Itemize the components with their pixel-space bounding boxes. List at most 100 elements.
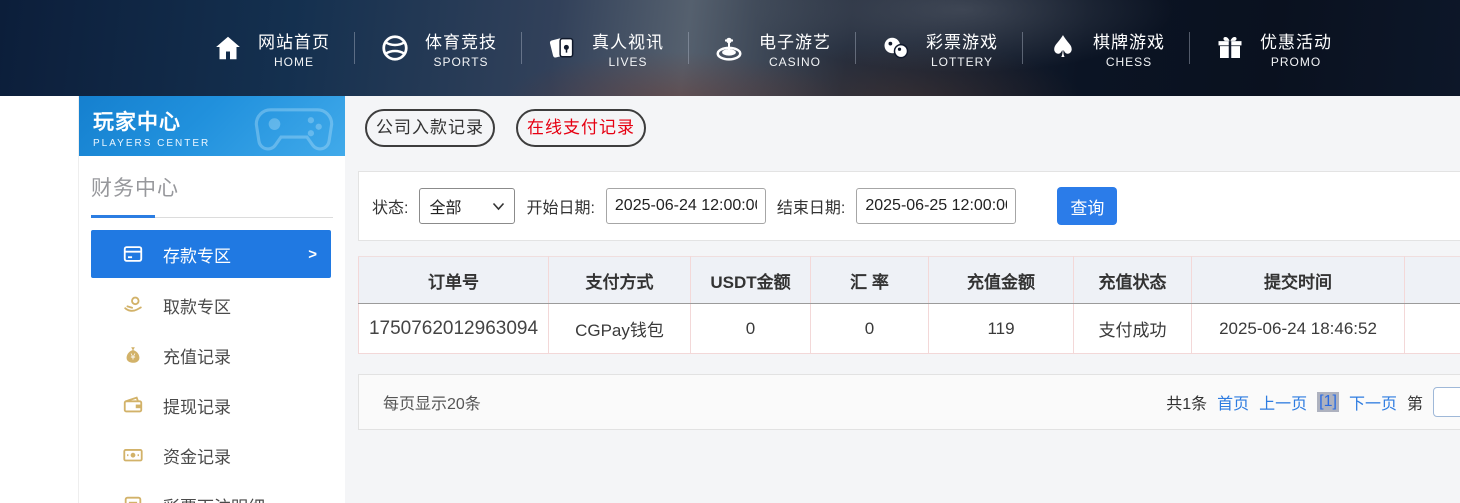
sidebar-item-withdraw[interactable]: 取款专区 (79, 280, 345, 330)
nav-label-zh: 体育竞技 (425, 28, 497, 53)
next-page-link[interactable]: 下一页 (1349, 390, 1397, 414)
col-payment-method: 支付方式 (549, 257, 691, 304)
nav-label-en: LOTTERY (931, 55, 993, 69)
main-content: 公司入款记录 在线支付记录 状态: 全部 开始日期: 结束日期: 查询 (345, 96, 1460, 503)
section-underline (91, 215, 333, 218)
hand-coin-icon (121, 293, 145, 317)
deposit-card-icon (121, 242, 145, 266)
cell-exchange-rate: 0 (811, 304, 929, 354)
main-nav: 网站首页 HOME 体育竞技 SPORTS (0, 28, 1332, 69)
chevron-right-icon: > (308, 246, 317, 263)
sidebar-item-label: 提现记录 (163, 393, 231, 418)
table-row: 1750762012963094 CGPay钱包 0 0 119 支付成功 20… (359, 304, 1460, 354)
list-document-icon (121, 493, 145, 503)
sidebar-item-label: 充值记录 (163, 343, 231, 368)
nav-label-zh: 网站首页 (258, 28, 330, 53)
col-submit-time: 提交时间 (1192, 257, 1405, 304)
tab-company-deposit-records[interactable]: 公司入款记录 (365, 109, 495, 147)
nav-label-en: SPORTS (433, 55, 488, 69)
status-select-value: 全部 (429, 194, 461, 218)
nav-item-home[interactable]: 网站首页 HOME (212, 28, 330, 69)
page-size-text: 每页显示20条 (383, 390, 481, 414)
sidebar-item-label: 取款专区 (163, 293, 231, 318)
sidebar-item-label: 资金记录 (163, 443, 231, 468)
record-tabs: 公司入款记录 在线支付记录 (365, 109, 1460, 147)
finance-section: 财务中心 (79, 156, 345, 218)
status-select[interactable]: 全部 (419, 188, 515, 224)
nav-label-zh: 彩票游戏 (926, 28, 998, 53)
nav-divider (855, 32, 856, 64)
gift-icon (1214, 32, 1246, 64)
sidebar-item-deposit[interactable]: 存款专区 > (91, 230, 331, 278)
chevron-down-icon (492, 202, 505, 211)
nav-item-sports[interactable]: 体育竞技 SPORTS (379, 28, 497, 69)
cell-remark (1405, 304, 1460, 354)
status-label: 状态: (372, 194, 408, 218)
lottery-balls-icon (880, 32, 912, 64)
table-header-row: 订单号 支付方式 USDT金额 汇 率 充值金额 充值状态 提交时间 备注 (359, 257, 1460, 304)
cell-order-no: 1750762012963094 (359, 304, 549, 354)
sidebar-item-funds-record[interactable]: 资金记录 (79, 430, 345, 480)
gamepad-icon (251, 102, 337, 154)
jump-page-input[interactable] (1433, 387, 1460, 417)
page: 网站首页 HOME 体育竞技 SPORTS (0, 0, 1460, 503)
nav-label-zh: 真人视讯 (592, 28, 664, 53)
wallet-icon (121, 393, 145, 417)
prev-page-link[interactable]: 上一页 (1259, 390, 1307, 414)
home-icon (212, 32, 244, 64)
nav-label-en: CASINO (769, 55, 821, 69)
sports-ball-icon (379, 32, 411, 64)
nav-item-lives[interactable]: 真人视讯 LIVES (546, 28, 664, 69)
nav-label-zh: 电子游艺 (759, 28, 831, 53)
nav-item-chess[interactable]: ♠ 棋牌游戏 CHESS (1047, 28, 1165, 69)
left-gutter (0, 96, 78, 503)
col-recharge-status: 充值状态 (1074, 257, 1192, 304)
cell-usdt-amount: 0 (691, 304, 811, 354)
banknote-icon (121, 443, 145, 467)
start-date-input[interactable] (606, 188, 766, 224)
nav-divider (1189, 32, 1190, 64)
col-recharge-amount: 充值金额 (929, 257, 1074, 304)
nav-divider (1022, 32, 1023, 64)
sidebar-item-label: 彩票下注明细 (163, 493, 265, 503)
first-page-link[interactable]: 首页 (1217, 390, 1249, 414)
cell-recharge-amount: 119 (929, 304, 1074, 354)
payment-records-table: 订单号 支付方式 USDT金额 汇 率 充值金额 充值状态 提交时间 备注 17… (358, 256, 1460, 354)
current-page-indicator: [1] (1317, 392, 1339, 412)
nav-divider (521, 32, 522, 64)
nav-item-lottery[interactable]: 彩票游戏 LOTTERY (880, 28, 998, 69)
pagination-bar: 每页显示20条 共1条 首页 上一页 [1] 下一页 第 (358, 374, 1460, 430)
nav-label-en: LIVES (608, 55, 647, 69)
cell-recharge-status: 支付成功 (1074, 304, 1192, 354)
start-date-label: 开始日期: (526, 194, 594, 218)
playing-cards-icon (546, 32, 578, 64)
end-date-input[interactable] (856, 188, 1016, 224)
cell-payment-method: CGPay钱包 (549, 304, 691, 354)
filter-bar: 状态: 全部 开始日期: 结束日期: 查询 (358, 171, 1460, 241)
tab-online-payment-records[interactable]: 在线支付记录 (516, 109, 646, 147)
sidebar-item-label: 存款专区 (163, 242, 231, 267)
total-count-text: 共1条 (1166, 390, 1207, 414)
nav-label-en: PROMO (1271, 55, 1321, 69)
query-button[interactable]: 查询 (1057, 187, 1117, 225)
col-usdt-amount: USDT金额 (691, 257, 811, 304)
col-remark: 备注 (1405, 257, 1460, 304)
nav-label-zh: 优惠活动 (1260, 28, 1332, 53)
end-date-label: 结束日期: (777, 194, 845, 218)
cell-submit-time: 2025-06-24 18:46:52 (1192, 304, 1405, 354)
svg-text:¥: ¥ (130, 352, 135, 362)
nav-label-en: HOME (274, 55, 314, 69)
sidebar: 玩家中心 PLAYERS CENTER 财务中心 (78, 96, 345, 503)
nav-item-promo[interactable]: 优惠活动 PROMO (1214, 28, 1332, 69)
roulette-icon (713, 32, 745, 64)
sidebar-item-withdrawal-record[interactable]: 提现记录 (79, 380, 345, 430)
col-exchange-rate: 汇 率 (811, 257, 929, 304)
col-order-no: 订单号 (359, 257, 549, 304)
top-banner: 网站首页 HOME 体育竞技 SPORTS (0, 0, 1460, 96)
nav-item-casino[interactable]: 电子游艺 CASINO (713, 28, 831, 69)
sidebar-item-recharge-record[interactable]: ¥ 充值记录 (79, 330, 345, 380)
nav-divider (688, 32, 689, 64)
spade-icon: ♠ (1047, 32, 1079, 64)
nav-divider (354, 32, 355, 64)
sidebar-item-lottery-bet-detail[interactable]: 彩票下注明细 (79, 480, 345, 503)
